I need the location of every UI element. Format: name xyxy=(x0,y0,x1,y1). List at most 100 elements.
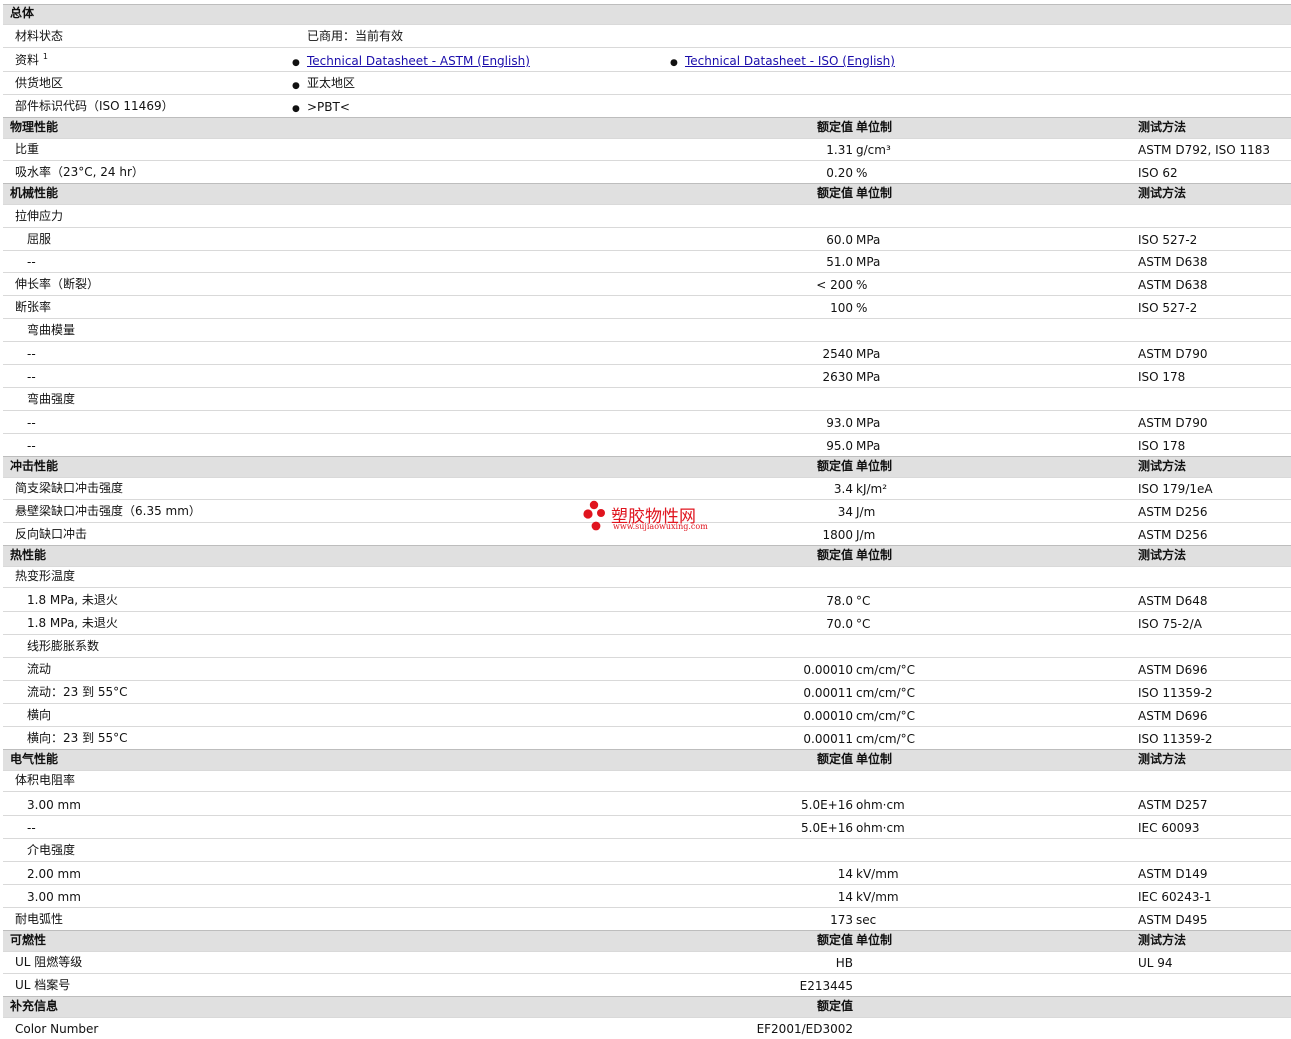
property-unit: J/m xyxy=(856,505,876,519)
property-row: Color Number EF2001/ED3002 xyxy=(3,1017,1291,1039)
unit-column-header: 单位制 xyxy=(856,548,893,562)
property-value: 0.00010 xyxy=(803,663,853,677)
property-label: 线形膨胀系数 xyxy=(27,639,100,653)
property-row: 2.00 mm 14 kV/mm ASTM D149 xyxy=(3,861,1291,884)
property-label: 1.8 MPa, 未退火 xyxy=(27,616,118,630)
property-label: 热变形温度 xyxy=(15,569,76,583)
property-value: 93.0 xyxy=(826,416,853,430)
property-value: 0.00011 xyxy=(803,686,853,700)
property-label: -- xyxy=(27,416,36,430)
value-column-header: 额定值 xyxy=(816,548,853,562)
value-column-header: 额定值 xyxy=(816,999,853,1013)
test-method: IEC 60093 xyxy=(1138,821,1200,835)
bullet-icon: ● xyxy=(292,104,300,114)
method-column-header: 测试方法 xyxy=(1138,548,1187,562)
property-unit: % xyxy=(856,278,868,292)
property-label: 1.8 MPa, 未退火 xyxy=(27,593,118,607)
footnote-marker: 1 xyxy=(42,52,48,61)
supply-value: 亚太地区 xyxy=(307,76,356,90)
property-row: 横向 0.00010 cm/cm/°C ASTM D696 xyxy=(3,703,1291,726)
section-title: 总体 xyxy=(10,6,35,20)
property-group-row: 体积电阻率 xyxy=(3,770,1291,791)
property-unit: °C xyxy=(856,594,871,608)
property-group-row: 弯曲强度 xyxy=(3,387,1291,410)
property-label: 比重 xyxy=(15,142,40,156)
value-column-header: 额定值 xyxy=(816,933,853,947)
test-method: IEC 60243-1 xyxy=(1138,890,1212,904)
property-value: 0.20 xyxy=(826,166,853,180)
test-method: ASTM D696 xyxy=(1138,709,1208,723)
property-row: 3.00 mm 14 kV/mm IEC 60243-1 xyxy=(3,884,1291,907)
property-value: 70.0 xyxy=(826,617,853,631)
bullet-icon: ● xyxy=(292,81,300,91)
property-value: 14 xyxy=(837,867,853,881)
property-group-row: 热变形温度 xyxy=(3,566,1291,587)
property-group-row: 线形膨胀系数 xyxy=(3,634,1291,657)
test-method: ASTM D790 xyxy=(1138,416,1208,430)
property-row: 横向：23 到 55°C 0.00011 cm/cm/°C ISO 11359-2 xyxy=(3,726,1291,749)
value-column-header: 额定值 xyxy=(816,752,853,766)
test-method: ISO 178 xyxy=(1138,370,1186,384)
test-method: ASTM D256 xyxy=(1138,505,1208,519)
property-label: UL 阻燃等级 xyxy=(15,955,83,969)
section-header: 机械性能 额定值 单位制 测试方法 xyxy=(3,183,1291,204)
test-method: ASTM D790 xyxy=(1138,347,1208,361)
property-label: 横向 xyxy=(27,708,52,722)
property-value: 100 xyxy=(830,301,853,315)
property-value: 0.00010 xyxy=(803,709,853,723)
property-sections: 物理性能 额定值 单位制 测试方法 比重 1.31 g/cm³ ASTM D792, ISO … xyxy=(3,117,1291,1039)
property-row: 屈服 60.0 MPa ISO 527-2 xyxy=(3,227,1291,250)
property-label: 屈服 xyxy=(27,232,52,246)
property-value: 1.31 xyxy=(826,143,853,157)
property-unit: °C xyxy=(856,617,871,631)
property-row: 流动 0.00010 cm/cm/°C ASTM D696 xyxy=(3,657,1291,680)
property-unit: cm/cm/°C xyxy=(856,709,916,723)
property-unit: g/cm³ xyxy=(856,143,891,157)
test-method: ISO 179/1eA xyxy=(1138,482,1213,496)
section-header: 冲击性能 额定值 单位制 测试方法 xyxy=(3,456,1291,477)
value-column-header: 额定值 xyxy=(816,459,853,473)
property-row: -- 93.0 MPa ASTM D790 xyxy=(3,410,1291,433)
property-value: 1800 xyxy=(822,528,853,542)
test-method: ISO 178 xyxy=(1138,439,1186,453)
section-header-general: 总体 xyxy=(3,4,1291,24)
test-method: ASTM D149 xyxy=(1138,867,1208,881)
section-header: 电气性能 额定值 单位制 测试方法 xyxy=(3,749,1291,770)
property-unit: MPa xyxy=(856,233,881,247)
property-unit: kV/mm xyxy=(856,867,899,881)
row-label: 部件标识代码（ISO 11469） xyxy=(15,99,174,113)
property-value: 2540 xyxy=(822,347,853,361)
section-title: 物理性能 xyxy=(10,120,59,134)
row-label: 资料 1 xyxy=(15,52,48,67)
test-method: ASTM D257 xyxy=(1138,798,1208,812)
section-title: 补充信息 xyxy=(10,999,59,1013)
section-title: 可燃性 xyxy=(10,933,47,947)
property-value: 60.0 xyxy=(826,233,853,247)
property-label: 耐电弧性 xyxy=(15,912,64,926)
row-label: 供货地区 xyxy=(15,76,64,90)
section-header: 物理性能 额定值 单位制 测试方法 xyxy=(3,117,1291,138)
property-label: -- xyxy=(27,370,36,384)
test-method: ISO 11359-2 xyxy=(1138,732,1213,746)
astm-datasheet-link[interactable]: Technical Datasheet - ASTM (English) xyxy=(307,54,530,68)
property-unit: kJ/m² xyxy=(856,482,888,496)
property-unit: ohm·cm xyxy=(856,798,905,812)
test-method: ASTM D495 xyxy=(1138,913,1208,927)
property-row: UL 阻燃等级 HB UL 94 xyxy=(3,951,1291,973)
row-part-marking: 部件标识代码（ISO 11469） ● >PBT< xyxy=(3,94,1291,117)
property-label: 2.00 mm xyxy=(27,867,81,881)
property-label: 伸长率（断裂） xyxy=(15,277,100,291)
value-column-header: 额定值 xyxy=(816,120,853,134)
property-label: 反向缺口冲击 xyxy=(15,527,88,541)
row-material-status: 材料状态 已商用：当前有效 xyxy=(3,24,1291,47)
method-column-header: 测试方法 xyxy=(1138,186,1187,200)
property-row: -- 51.0 MPa ASTM D638 xyxy=(3,250,1291,272)
property-unit: ohm·cm xyxy=(856,821,905,835)
section-header: 热性能 额定值 单位制 测试方法 xyxy=(3,545,1291,566)
section-title: 热性能 xyxy=(10,548,47,562)
property-unit: MPa xyxy=(856,370,881,384)
property-row: 吸水率（23°C, 24 hr） 0.20% ISO 62 xyxy=(3,160,1291,183)
property-value: E213445 xyxy=(799,979,853,993)
iso-datasheet-link[interactable]: Technical Datasheet - ISO (English) xyxy=(685,54,895,68)
property-label: -- xyxy=(27,821,36,835)
